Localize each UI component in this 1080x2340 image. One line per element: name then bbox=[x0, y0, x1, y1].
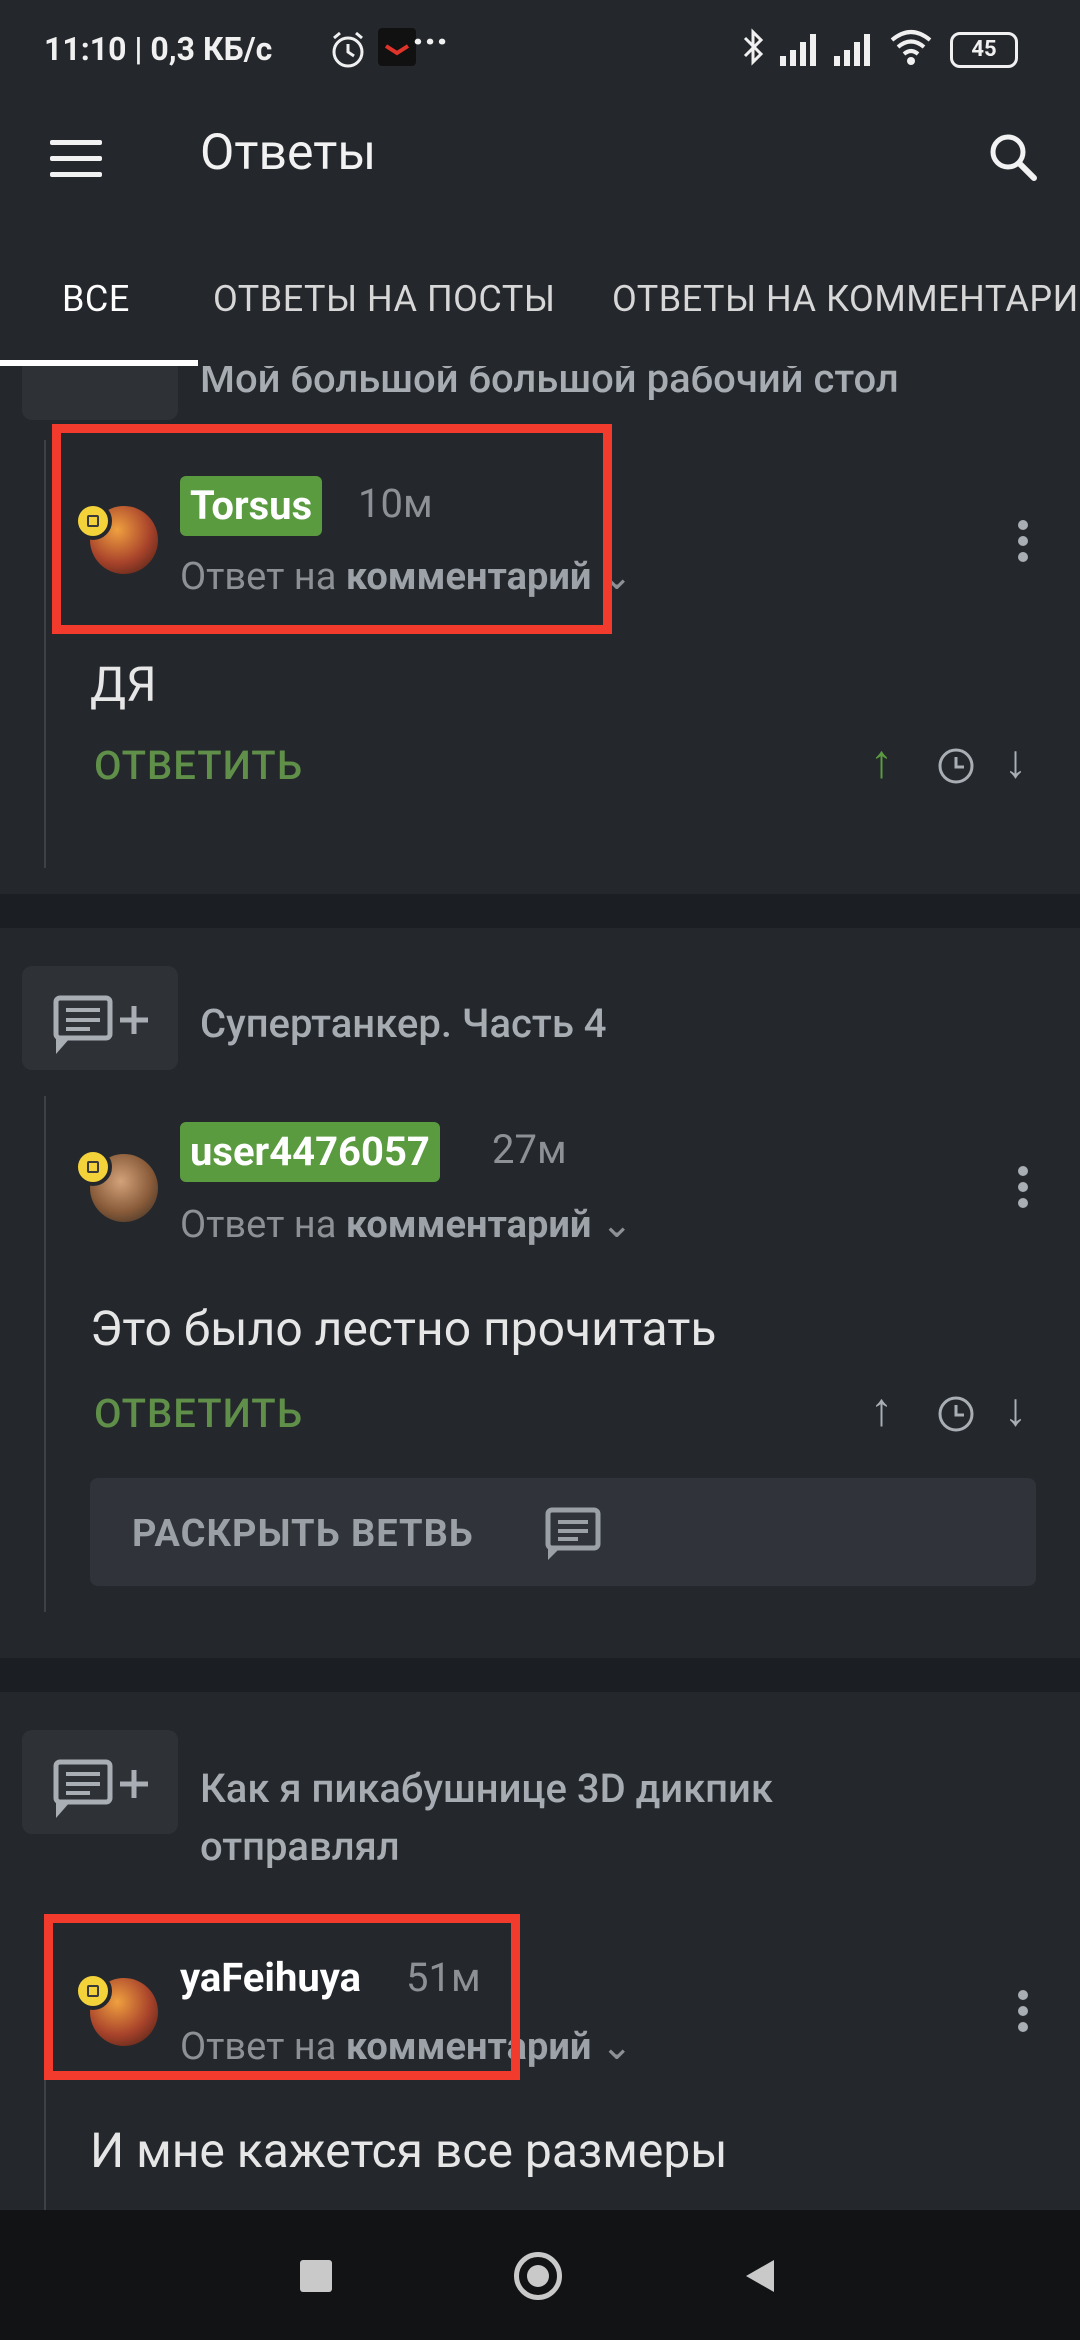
page-title: Ответы bbox=[200, 124, 377, 182]
downvote-icon[interactable]: ↓ bbox=[1004, 1382, 1027, 1437]
tab-all[interactable]: ВСЕ bbox=[62, 278, 130, 320]
downvote-icon[interactable]: ↓ bbox=[1004, 734, 1027, 789]
battery-indicator: 45 bbox=[950, 32, 1018, 68]
thread-line bbox=[44, 1096, 46, 1612]
upvote-icon[interactable]: ↑ bbox=[870, 1382, 893, 1437]
post-title[interactable]: Мой большой большой рабочий стол bbox=[200, 366, 899, 408]
upvote-icon[interactable]: ↑ bbox=[870, 734, 893, 789]
alarm-icon bbox=[332, 31, 364, 68]
more-options-icon[interactable] bbox=[1018, 520, 1028, 568]
home-button[interactable] bbox=[514, 2252, 562, 2300]
add-comment-button[interactable] bbox=[22, 366, 178, 420]
post-title[interactable]: Как я пикабушнице 3D дикпик bbox=[200, 1760, 773, 1818]
recents-button[interactable] bbox=[300, 2260, 332, 2292]
reply-button[interactable]: ОТВЕТИТЬ bbox=[94, 1390, 303, 1437]
bluetooth-icon bbox=[743, 28, 764, 66]
thread-line bbox=[44, 440, 46, 868]
comment-icon bbox=[545, 1507, 601, 1560]
expand-thread-button[interactable]: РАСКРЫТЬ ВЕТВЬ bbox=[90, 1478, 1036, 1586]
post-title[interactable]: Супертанкер. Часть 4 bbox=[200, 995, 607, 1053]
wifi-icon bbox=[890, 30, 932, 65]
add-comment-button[interactable] bbox=[22, 966, 178, 1070]
more-notifications-dots: ··· bbox=[412, 18, 449, 65]
more-options-icon[interactable] bbox=[1018, 1990, 1028, 2038]
comment-time: 27м bbox=[492, 1126, 567, 1173]
app-notification-icon bbox=[378, 28, 416, 66]
status-bar: 11:10 | 0,3 КБ/с ··· 45 bbox=[0, 0, 1080, 100]
rating-badge-icon bbox=[74, 1148, 112, 1186]
comment-add-icon bbox=[53, 1759, 148, 1818]
add-comment-button[interactable] bbox=[22, 1730, 178, 1834]
signal-icon-sim1 bbox=[780, 34, 816, 66]
highlight-box bbox=[44, 1914, 520, 2080]
reply-to-label[interactable]: Ответ на комментарий ⌄ bbox=[180, 1202, 633, 1247]
post-title-line2[interactable]: отправлял bbox=[200, 1818, 400, 1876]
feed-divider bbox=[0, 1658, 1080, 1692]
comment-add-icon bbox=[53, 995, 148, 1054]
more-options-icon[interactable] bbox=[1018, 1166, 1028, 1214]
highlight-box bbox=[52, 424, 612, 634]
system-navigation-bar bbox=[0, 2210, 1080, 2340]
comment-text: Это было лестно прочитать bbox=[90, 1300, 717, 1357]
tab-comment-replies[interactable]: ОТВЕТЫ НА КОММЕНТАРИИ bbox=[612, 278, 1080, 320]
tab-post-replies[interactable]: ОТВЕТЫ НА ПОСТЫ bbox=[213, 278, 555, 320]
reply-button[interactable]: ОТВЕТИТЬ bbox=[94, 742, 303, 789]
back-button[interactable] bbox=[740, 2256, 780, 2296]
clock-icon[interactable] bbox=[936, 1394, 976, 1434]
search-icon[interactable] bbox=[986, 130, 1042, 186]
clock-icon[interactable] bbox=[936, 746, 976, 786]
expand-thread-label: РАСКРЫТЬ ВЕТВЬ bbox=[132, 1512, 474, 1556]
menu-icon[interactable] bbox=[50, 140, 102, 180]
comment-text: И мне кажется все размеры bbox=[90, 2122, 728, 2179]
signal-icon-sim2 bbox=[834, 34, 870, 66]
comment-text: ДЯ bbox=[90, 656, 157, 713]
username[interactable]: user4476057 bbox=[180, 1122, 440, 1182]
feed-divider bbox=[0, 894, 1080, 928]
status-time-speed: 11:10 | 0,3 КБ/с bbox=[44, 30, 273, 68]
